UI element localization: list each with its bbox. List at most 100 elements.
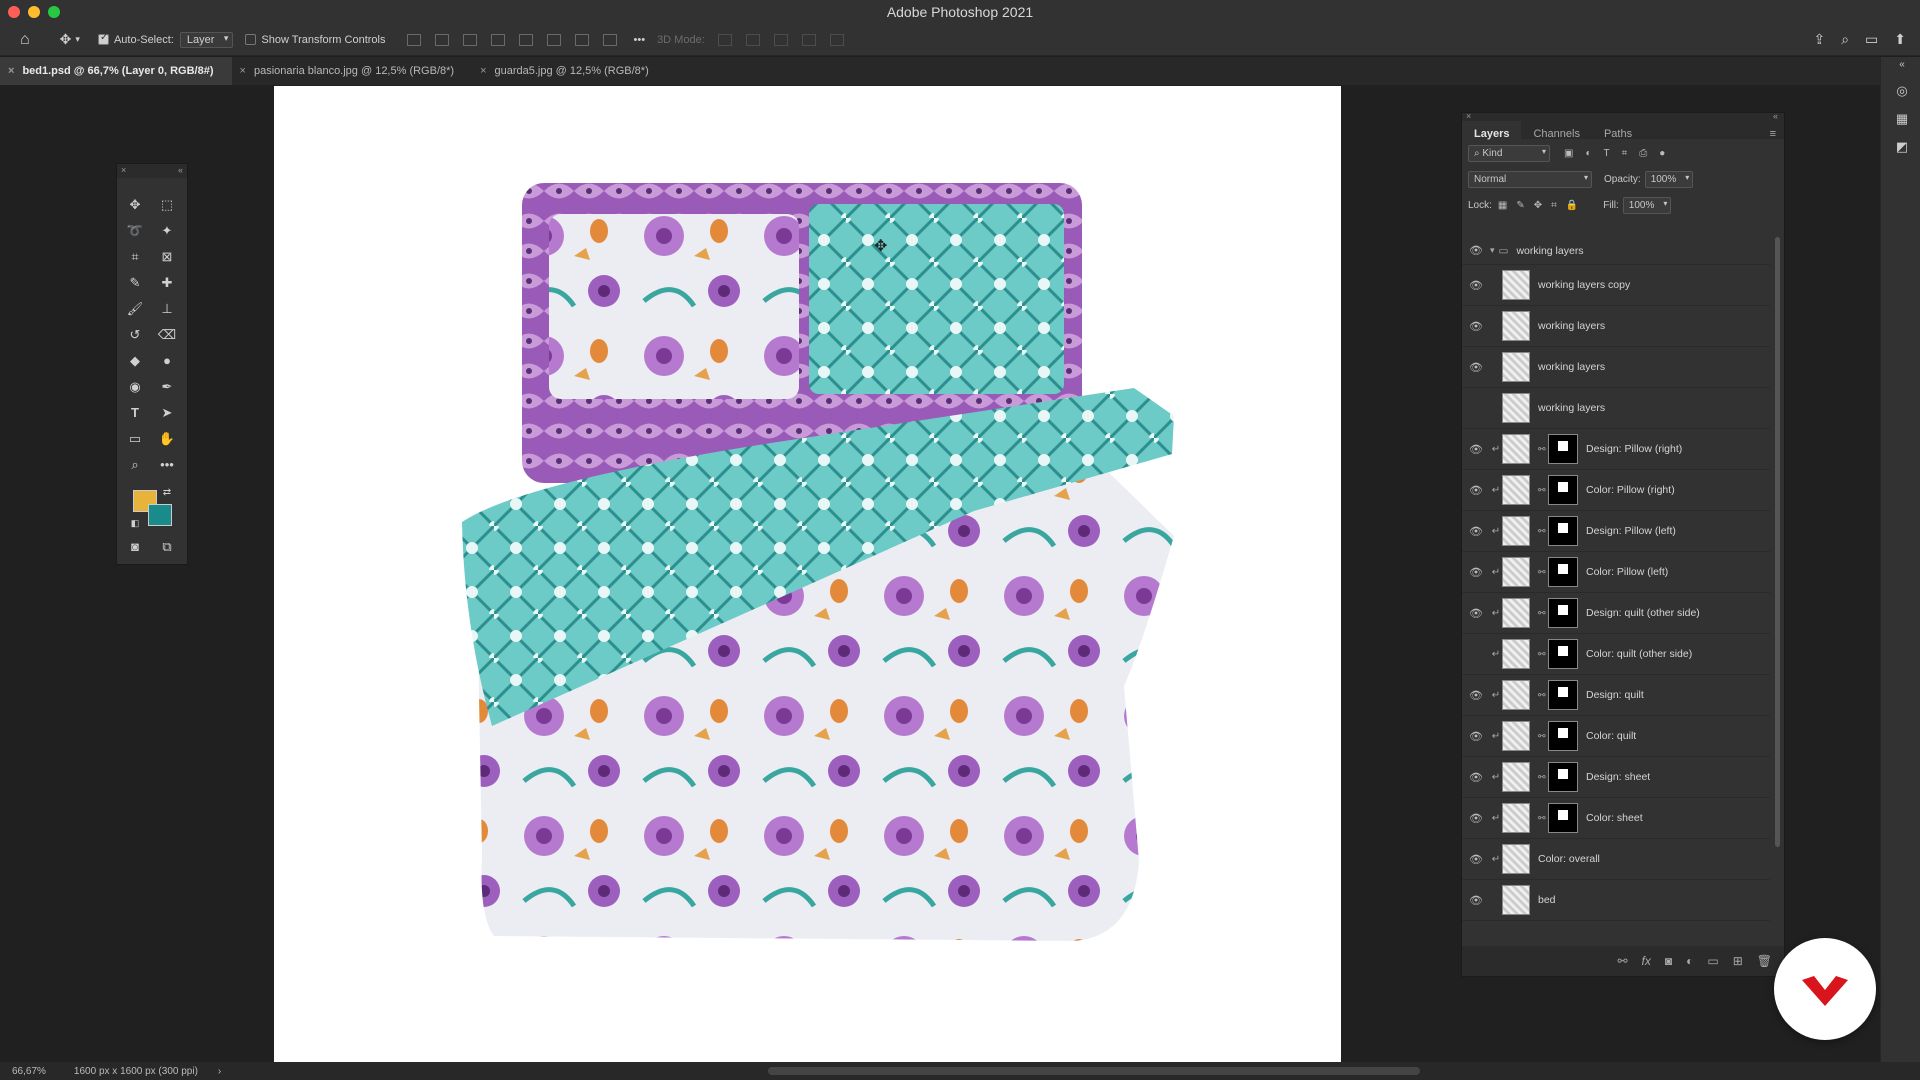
new-layer-icon[interactable]: ⊞ — [1733, 954, 1743, 968]
more-tools-icon[interactable]: ••• — [155, 454, 179, 476]
eye-icon[interactable]: 👁 — [1462, 812, 1490, 825]
layer-mask-thumbnail[interactable] — [1548, 762, 1578, 792]
filter-type-icons[interactable]: ▣◐T⌗⎙● — [1564, 148, 1677, 159]
layer-row[interactable]: 👁 ↵ ⚯ Design: quilt (other side) — [1462, 593, 1770, 634]
mask-link-icon[interactable]: ⚯ — [1538, 649, 1548, 660]
mask-link-icon[interactable]: ⚯ — [1538, 731, 1548, 742]
opacity-input[interactable]: 100% — [1644, 170, 1694, 188]
layer-mask-thumbnail[interactable] — [1548, 516, 1578, 546]
paint-bucket-tool-icon[interactable]: ◆ — [123, 350, 147, 372]
hand-tool-icon[interactable]: ✋ — [155, 428, 179, 450]
tab-channels[interactable]: Channels — [1521, 121, 1591, 140]
distribute-icon[interactable] — [490, 33, 505, 46]
layer-row[interactable]: 👁 ↵ ⚯ Design: Pillow (left) — [1462, 511, 1770, 552]
layer-thumbnail[interactable] — [1502, 516, 1530, 546]
horizontal-scrollbar[interactable] — [768, 1067, 1420, 1075]
layer-row[interactable]: 👁 ↵ ⚯ Design: Pillow (right) — [1462, 429, 1770, 470]
lasso-tool-icon[interactable]: ➰ — [123, 220, 147, 242]
eye-icon[interactable]: 👁 — [1462, 525, 1490, 538]
document-info[interactable]: 1600 px x 1600 px (300 ppi) — [74, 1066, 198, 1077]
mask-link-icon[interactable]: ⚯ — [1538, 444, 1548, 455]
layer-mask-thumbnail[interactable] — [1548, 721, 1578, 751]
close-panel-icon[interactable]: × — [1466, 111, 1471, 121]
eye-icon[interactable]: 👁 — [1462, 689, 1490, 702]
eye-icon[interactable]: 👁 — [1462, 771, 1490, 784]
layers-scrollbar[interactable] — [1775, 237, 1780, 847]
home-icon[interactable]: ⌂ — [20, 31, 30, 49]
layer-thumbnail[interactable] — [1502, 270, 1530, 300]
fx-icon[interactable]: fx — [1642, 954, 1651, 968]
close-tab-icon[interactable]: × — [480, 65, 486, 77]
share-icon[interactable]: ⇪ — [1813, 31, 1825, 48]
move-tool-icon[interactable]: ✥ — [60, 31, 72, 48]
brush-tool-icon[interactable]: 🖌 — [123, 298, 147, 320]
layer-thumbnail[interactable] — [1502, 352, 1530, 382]
mask-link-icon[interactable]: ⚯ — [1538, 608, 1548, 619]
healing-brush-tool-icon[interactable]: ✚ — [155, 272, 179, 294]
swap-colors-icon[interactable]: ⇄ — [155, 482, 179, 504]
layer-row[interactable]: working layers — [1462, 388, 1770, 429]
layer-row[interactable]: 👁 ↵ ⚯ Color: quilt — [1462, 716, 1770, 757]
trash-icon[interactable]: 🗑 — [1757, 954, 1772, 968]
layer-row[interactable]: 👁 working layers copy — [1462, 265, 1770, 306]
layer-thumbnail[interactable] — [1502, 803, 1530, 833]
eye-icon[interactable]: 👁 — [1462, 853, 1490, 866]
default-colors-icon[interactable]: ◧ — [123, 512, 147, 534]
search-icon[interactable]: ⌕ — [1841, 31, 1849, 48]
close-tab-icon[interactable]: × — [8, 65, 14, 77]
eye-icon[interactable]: 👁 — [1462, 320, 1490, 333]
layer-mask-thumbnail[interactable] — [1548, 680, 1578, 710]
layer-thumbnail[interactable] — [1502, 393, 1530, 423]
mask-link-icon[interactable]: ⚯ — [1538, 813, 1548, 824]
align-center-icon[interactable] — [434, 33, 449, 46]
blend-mode-dropdown[interactable]: Normal — [1468, 170, 1592, 188]
stamp-tool-icon[interactable]: ⊥ — [155, 298, 179, 320]
tab-layers[interactable]: Layers — [1462, 121, 1522, 140]
layer-mask-thumbnail[interactable] — [1548, 434, 1578, 464]
auto-select-dropdown[interactable]: Layer — [179, 31, 234, 48]
pen-tool-icon[interactable]: ✒ — [155, 376, 179, 398]
3d-panel-icon[interactable]: ◎ — [1894, 83, 1910, 98]
more-options-button[interactable]: ••• — [634, 34, 646, 46]
swatches-panel-icon[interactable]: ▦ — [1894, 111, 1910, 126]
layer-thumbnail[interactable] — [1502, 434, 1530, 464]
3d-orbit-icon[interactable] — [717, 33, 732, 46]
tools-panel-header[interactable]: × « — [117, 164, 187, 178]
3d-scale-icon[interactable] — [829, 33, 844, 46]
distribute-vertical-icon[interactable] — [602, 33, 617, 46]
layer-row[interactable]: 👁 working layers — [1462, 347, 1770, 388]
layer-row[interactable]: 👁 bed — [1462, 880, 1770, 921]
frame-tool-icon[interactable]: ⊠ — [155, 246, 179, 268]
fill-input[interactable]: 100% — [1622, 196, 1672, 214]
tab-paths[interactable]: Paths — [1592, 121, 1644, 140]
link-layers-icon[interactable]: ⚯ — [1617, 954, 1627, 968]
eyedropper-tool-icon[interactable]: ✎ — [123, 272, 147, 294]
export-icon[interactable]: ⬆ — [1894, 31, 1906, 48]
chevron-down-icon[interactable]: ▾ — [1490, 245, 1495, 256]
layer-mask-thumbnail[interactable] — [1548, 475, 1578, 505]
eraser-tool-icon[interactable]: ⌫ — [155, 324, 179, 346]
path-selection-tool-icon[interactable]: ➤ — [155, 402, 179, 424]
eye-icon[interactable]: 👁 — [1462, 607, 1490, 620]
history-brush-tool-icon[interactable]: ↺ — [123, 324, 147, 346]
align-right-icon[interactable] — [462, 33, 477, 46]
tool-preset-chevron-icon[interactable]: ▾ — [75, 34, 80, 45]
close-window-button[interactable] — [8, 6, 20, 18]
auto-select-checkbox[interactable]: Auto-Select: — [97, 32, 174, 46]
lock-buttons-icons[interactable]: ▦✎✥⌗🔒 — [1498, 200, 1587, 211]
layer-row[interactable]: 👁 ↵ Color: overall — [1462, 839, 1770, 880]
layer-thumbnail[interactable] — [1502, 844, 1530, 874]
crop-tool-icon[interactable]: ⌗ — [123, 246, 147, 268]
document-tab[interactable]: × pasionaria blanco.jpg @ 12,5% (RGB/8*) — [231, 57, 473, 85]
layer-row[interactable]: 👁 ↵ ⚯ Design: quilt — [1462, 675, 1770, 716]
layer-thumbnail[interactable] — [1502, 598, 1530, 628]
zoom-tool-icon[interactable]: ⌕ — [123, 454, 147, 476]
document-canvas[interactable]: ✥ — [274, 86, 1341, 1063]
collapse-dock-icon[interactable]: « — [1894, 59, 1910, 73]
document-tab[interactable]: × bed1.psd @ 66,7% (Layer 0, RGB/8#) — [0, 57, 232, 85]
eye-icon[interactable]: 👁 — [1462, 566, 1490, 579]
eye-icon[interactable]: 👁 — [1462, 361, 1490, 374]
layer-row[interactable]: 👁 ↵ ⚯ Color: Pillow (right) — [1462, 470, 1770, 511]
filter-kind-dropdown[interactable]: ⌕ Kind — [1468, 144, 1550, 162]
dodge-tool-icon[interactable]: ◉ — [123, 376, 147, 398]
